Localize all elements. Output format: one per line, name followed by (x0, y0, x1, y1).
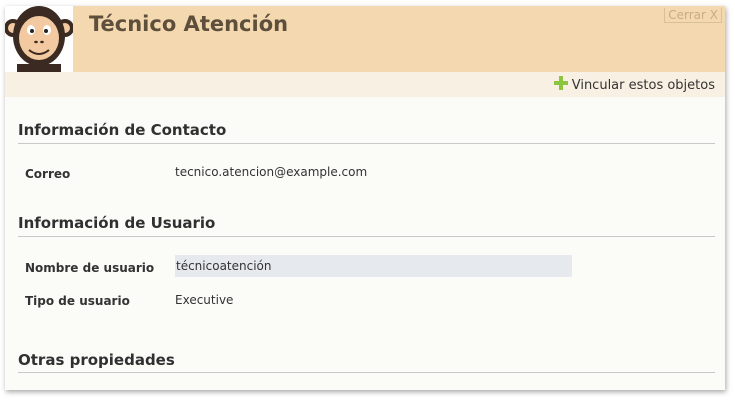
username-label: Nombre de usuario (25, 261, 155, 275)
monkey-avatar-icon (5, 6, 73, 72)
plus-icon (553, 76, 568, 94)
username-value: técnicoatención (175, 255, 572, 277)
link-objects-button[interactable]: Vincular estos objetos (553, 76, 715, 94)
user-type-label: Tipo de usuario (25, 294, 130, 308)
contact-section-title: Información de Contacto (18, 121, 227, 139)
email-value: tecnico.atencion@example.com (175, 165, 368, 179)
user-detail-panel: Técnico Atención Cerrar X Vincular estos… (5, 6, 725, 390)
section-divider (18, 236, 715, 237)
link-objects-label: Vincular estos objetos (571, 77, 715, 93)
page-title: Técnico Atención (89, 12, 289, 36)
section-divider (18, 143, 715, 144)
section-divider (18, 372, 715, 373)
user-type-value: Executive (175, 293, 234, 307)
other-section-title: Otras propiedades (18, 351, 175, 369)
close-button[interactable]: Cerrar X (664, 8, 722, 23)
user-section-title: Información de Usuario (18, 214, 216, 232)
panel-toolbar: Vincular estos objetos (5, 72, 725, 97)
email-label: Correo (25, 167, 71, 181)
panel-header: Técnico Atención Cerrar X (5, 6, 725, 72)
